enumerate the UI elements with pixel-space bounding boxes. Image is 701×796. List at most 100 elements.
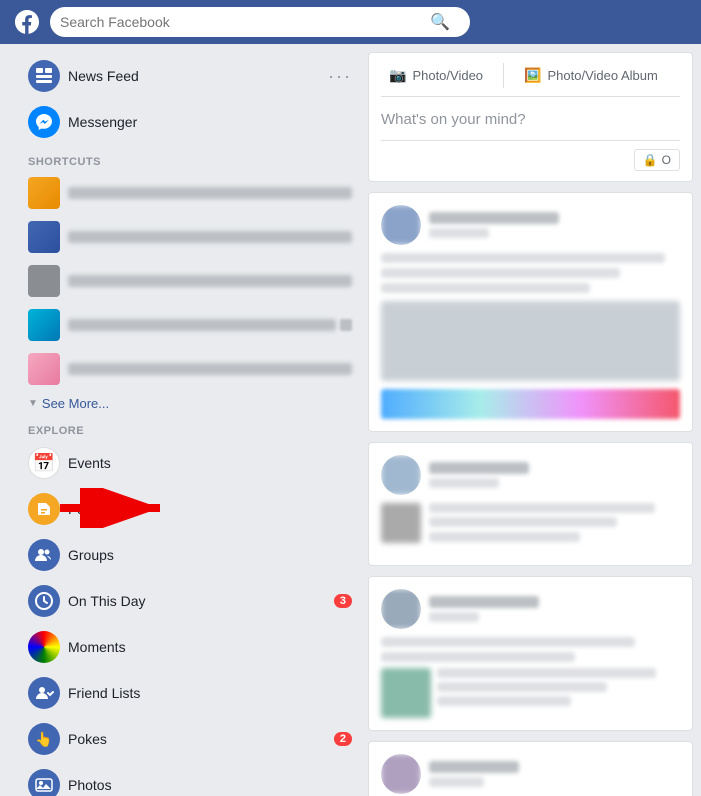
photo-video-button[interactable]: 📷 Photo/Video: [381, 63, 491, 88]
lock-icon: 🔒: [643, 153, 658, 167]
shortcut-thumb: [28, 221, 60, 253]
pokes-badge: 2: [334, 732, 352, 746]
messenger-icon: [28, 106, 60, 138]
post-header: [381, 455, 680, 495]
sidebar-item-photos[interactable]: Photos: [20, 763, 360, 796]
post-timestamp: [429, 612, 479, 622]
photo-video-album-button[interactable]: 🖼️ Photo/Video Album: [516, 63, 666, 88]
pokes-icon: 👆: [28, 723, 60, 755]
sidebar-item-moments[interactable]: Moments: [20, 625, 360, 669]
friendlists-icon: [28, 677, 60, 709]
album-icon: 🖼️: [524, 67, 541, 84]
sidebar-item-friendlists[interactable]: Friend Lists: [20, 671, 360, 715]
privacy-button[interactable]: 🔒 O: [634, 149, 680, 171]
shortcut-thumb: [28, 309, 60, 341]
post-meta: [429, 212, 559, 238]
shortcut-thumb: [28, 265, 60, 297]
post-header: [381, 754, 680, 794]
post-content: [437, 682, 607, 692]
feed-post: [368, 576, 693, 731]
sidebar-item-pokes[interactable]: 👆 Pokes 2: [20, 717, 360, 761]
feed-post: [368, 741, 693, 796]
shortcut-thumb: [28, 353, 60, 385]
shortcut-text: [68, 319, 336, 331]
post-content: [429, 532, 580, 542]
sidebar-item-events[interactable]: 📅 Events: [20, 441, 360, 485]
shortcut-thumb: [28, 177, 60, 209]
onthisday-icon: [28, 585, 60, 617]
pages-icon: [28, 493, 60, 525]
groups-label: Groups: [68, 547, 114, 563]
whats-on-mind-placeholder: What's on your mind?: [381, 111, 526, 128]
top-navigation: 🔍: [0, 0, 701, 44]
search-bar[interactable]: 🔍: [50, 7, 470, 37]
composer-bottom: 🔒 O: [381, 140, 680, 171]
post-name: [429, 462, 529, 474]
photo-video-label: Photo/Video: [412, 68, 483, 83]
photo-video-album-label: Photo/Video Album: [547, 68, 657, 83]
post-content: [381, 283, 590, 293]
newsfeed-label: News Feed: [68, 68, 139, 84]
camera-icon: 📷: [389, 67, 406, 84]
shortcut-item[interactable]: [20, 304, 360, 346]
sidebar-item-groups[interactable]: Groups: [20, 533, 360, 577]
shortcut-text: [68, 187, 352, 199]
newsfeed-options[interactable]: ···: [328, 66, 352, 87]
post-name: [429, 212, 559, 224]
composer-input[interactable]: What's on your mind?: [381, 107, 680, 132]
avatar: [381, 455, 421, 495]
post-composer: 📷 Photo/Video 🖼️ Photo/Video Album What'…: [368, 52, 693, 182]
post-content: [381, 268, 620, 278]
onthisday-label: On This Day: [68, 593, 146, 609]
shortcut-item[interactable]: [20, 348, 360, 390]
events-icon: 📅: [28, 447, 60, 479]
shortcut-item[interactable]: [20, 260, 360, 302]
post-content: [429, 503, 655, 513]
post-meta: [429, 462, 529, 488]
post-content: [437, 668, 656, 678]
avatar: [381, 589, 421, 629]
see-more-label: See More...: [42, 396, 109, 411]
post-timestamp: [429, 777, 484, 787]
avatar: [381, 205, 421, 245]
friendlists-label: Friend Lists: [68, 685, 140, 701]
post-image-bar: [381, 389, 680, 419]
search-input[interactable]: [60, 14, 430, 30]
search-icon: 🔍: [430, 12, 450, 32]
events-label: Events: [68, 455, 111, 471]
shortcuts-header: SHORTCUTS: [20, 146, 360, 172]
composer-actions: 📷 Photo/Video 🖼️ Photo/Video Album: [381, 63, 680, 97]
shortcut-item[interactable]: [20, 216, 360, 258]
shortcut-text: [68, 363, 352, 375]
sidebar: News Feed ··· Messenger SHORTCUTS: [0, 44, 360, 796]
post-timestamp: [429, 228, 489, 238]
post-meta: [429, 761, 519, 787]
facebook-logo[interactable]: [12, 7, 42, 37]
post-content: [381, 652, 575, 662]
feed-post: [368, 192, 693, 432]
shortcut-item[interactable]: [20, 172, 360, 214]
sidebar-item-pages[interactable]: Pages: [20, 487, 360, 531]
post-content: [381, 637, 635, 647]
privacy-label: O: [662, 153, 671, 167]
post-name: [429, 761, 519, 773]
moments-label: Moments: [68, 639, 126, 655]
main-layout: News Feed ··· Messenger SHORTCUTS: [0, 44, 701, 796]
pages-label: Pages: [68, 501, 108, 517]
post-image: [381, 301, 680, 381]
chevron-down-icon: ▼: [28, 398, 38, 409]
shortcuts-see-more[interactable]: ▼ See More...: [20, 392, 360, 415]
feed-post: [368, 442, 693, 566]
pokes-label: Pokes: [68, 731, 107, 747]
sidebar-item-onthisday[interactable]: On This Day 3: [20, 579, 360, 623]
groups-icon: [28, 539, 60, 571]
post-header: [381, 205, 680, 245]
post-name: [429, 596, 539, 608]
post-content: [429, 517, 617, 527]
post-timestamp: [429, 478, 499, 488]
sidebar-item-messenger[interactable]: Messenger: [20, 100, 360, 144]
shortcut-text: [68, 231, 352, 243]
avatar: [381, 754, 421, 794]
sidebar-item-newsfeed[interactable]: News Feed ···: [20, 54, 360, 98]
post-header: [381, 589, 680, 629]
